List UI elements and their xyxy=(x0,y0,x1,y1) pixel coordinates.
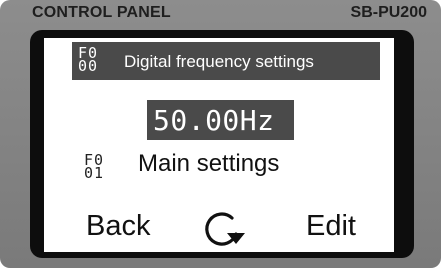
frequency-value: 50.00Hz xyxy=(153,104,275,137)
panel-title: CONTROL PANEL xyxy=(32,4,171,21)
control-panel-device: CONTROL PANEL SB-PU200 F0 00 Digital fre… xyxy=(0,0,441,268)
param-code-number: 01 xyxy=(84,164,105,182)
lcd-screen: F0 00 Digital frequency settings 50.00Hz… xyxy=(44,38,394,252)
edit-button[interactable]: Edit xyxy=(306,210,356,243)
param-row-digital-frequency[interactable]: F0 00 Digital frequency settings xyxy=(72,42,380,80)
param-code-number: 00 xyxy=(78,57,99,75)
param-code: F0 00 xyxy=(78,46,99,75)
param-label: Main settings xyxy=(138,150,280,177)
rotate-clockwise-icon[interactable] xyxy=(199,206,247,250)
frequency-value-field[interactable]: 50.00Hz xyxy=(147,100,294,140)
panel-model: SB-PU200 xyxy=(350,4,427,21)
param-label: Digital frequency settings xyxy=(124,52,314,71)
param-code: F0 01 xyxy=(84,153,105,182)
back-button[interactable]: Back xyxy=(86,210,150,243)
